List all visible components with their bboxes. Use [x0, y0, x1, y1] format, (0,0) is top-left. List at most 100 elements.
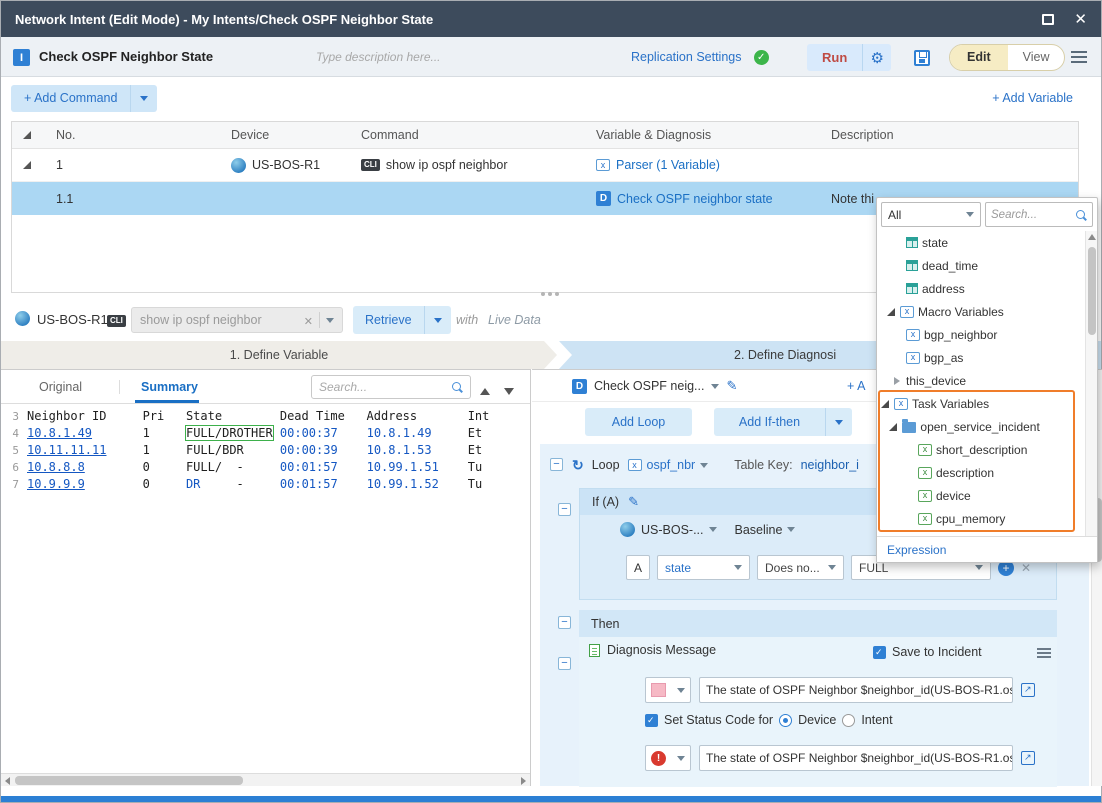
- maximize-restore-icon[interactable]: [1042, 14, 1054, 25]
- expand-message-icon[interactable]: [1021, 751, 1035, 765]
- clear-icon[interactable]: [304, 313, 313, 328]
- expanded-icon[interactable]: [881, 400, 889, 408]
- variable-icon: [900, 306, 914, 318]
- retrieve-dropdown[interactable]: [424, 306, 451, 334]
- menu-button[interactable]: [1071, 51, 1087, 63]
- variable-item[interactable]: state: [877, 231, 1085, 254]
- replication-settings-link[interactable]: Replication Settings: [631, 37, 741, 77]
- save-button[interactable]: [907, 44, 937, 71]
- variable-filter-select[interactable]: All: [881, 202, 981, 227]
- col-variable-diagnosis: Variable & Diagnosis: [582, 128, 817, 142]
- add-variable-link[interactable]: + Add Variable: [992, 85, 1073, 112]
- parser-link[interactable]: Parser (1 Variable): [616, 158, 720, 172]
- tab-summary[interactable]: Summary: [141, 370, 198, 404]
- variable-item[interactable]: bgp_neighbor: [877, 323, 1085, 346]
- previous-match-button[interactable]: [480, 383, 490, 398]
- variable-item[interactable]: description: [877, 461, 1085, 484]
- code-line: 510.11.11.11 1 FULL/BDR 00:00:39 10.8.1.…: [1, 442, 530, 459]
- tab-original[interactable]: Original: [39, 370, 82, 404]
- variable-item[interactable]: open_service_incident: [877, 415, 1085, 438]
- diagnosis-link[interactable]: Check OSPF neighbor state: [617, 192, 773, 206]
- chevron-down-icon: [787, 527, 795, 532]
- scroll-left-icon[interactable]: [1, 774, 14, 787]
- description-input[interactable]: Type description here...: [316, 37, 441, 77]
- scroll-up-icon[interactable]: [1088, 234, 1096, 240]
- popup-scrollbar[interactable]: [1085, 231, 1097, 536]
- variable-search-input[interactable]: Search...: [311, 375, 471, 399]
- add-if-then-button[interactable]: Add If-then: [714, 408, 852, 436]
- variable-item[interactable]: address: [877, 277, 1085, 300]
- collapse-then-button[interactable]: [558, 616, 571, 629]
- expanded-icon[interactable]: [887, 308, 895, 316]
- message-input[interactable]: The state of OSPF Neighbor $neighbor_id(…: [699, 677, 1013, 703]
- edit-icon[interactable]: [628, 494, 639, 510]
- collapse-row-icon[interactable]: [23, 161, 31, 169]
- variable-search-input[interactable]: Search...: [985, 202, 1093, 227]
- add-command-dropdown[interactable]: [130, 85, 157, 112]
- expanded-icon[interactable]: [889, 423, 897, 431]
- add-diagnosis-link[interactable]: + A: [847, 370, 865, 402]
- variable-icon: [918, 444, 932, 456]
- command-input[interactable]: show ip ospf neighbor: [131, 307, 343, 333]
- set-status-code-checkbox[interactable]: [645, 714, 658, 727]
- variable-item[interactable]: this_device: [877, 369, 1085, 392]
- save-to-incident-checkbox[interactable]: [873, 646, 886, 659]
- retrieve-button[interactable]: Retrieve: [353, 306, 424, 334]
- chevron-down-icon[interactable]: [711, 384, 719, 389]
- collapse-diagnosis-button[interactable]: [558, 657, 571, 670]
- variable-item[interactable]: dead_time: [877, 254, 1085, 277]
- scroll-right-icon[interactable]: [517, 774, 530, 787]
- command-row[interactable]: 1 US-BOS-R1 CLIshow ip ospf neighbor Par…: [12, 149, 1078, 182]
- variable-item[interactable]: short_description: [877, 438, 1085, 461]
- collapsed-icon[interactable]: [894, 377, 900, 385]
- cli-output-area[interactable]: 3Neighbor ID Pri State Dead Time Address…: [1, 404, 530, 773]
- collapse-if-button[interactable]: [558, 503, 571, 516]
- edit-tab[interactable]: Edit: [950, 45, 1008, 70]
- message-row: The state of OSPF Neighbor $neighbor_id(…: [645, 677, 1035, 703]
- add-if-then-dropdown[interactable]: [825, 408, 852, 436]
- scrollbar-thumb[interactable]: [15, 776, 243, 785]
- close-icon[interactable]: [1074, 12, 1087, 27]
- device-dropdown[interactable]: US-BOS-...: [641, 523, 717, 537]
- collapse-loop-button[interactable]: [550, 458, 563, 471]
- variable-item[interactable]: Task Variables: [877, 392, 1085, 415]
- run-settings-button[interactable]: [862, 44, 891, 71]
- variable-item[interactable]: device: [877, 484, 1085, 507]
- run-button[interactable]: Run: [807, 44, 862, 71]
- scrollbar-thumb[interactable]: [1088, 247, 1096, 335]
- loop-variable-dropdown[interactable]: ospf_nbr: [628, 458, 709, 472]
- intent-radio[interactable]: [842, 714, 855, 727]
- condition-field-select[interactable]: state: [657, 555, 750, 580]
- if-device-row: US-BOS-... Baseline: [620, 522, 795, 537]
- expand-all-icon[interactable]: [23, 131, 31, 139]
- edit-icon[interactable]: [726, 378, 737, 394]
- condition-operator-select[interactable]: Does no...: [757, 555, 844, 580]
- variable-icon: [918, 467, 932, 479]
- table-column-icon: [906, 237, 918, 248]
- loop-label: Loop: [592, 458, 620, 472]
- message-menu-icon[interactable]: [1037, 647, 1051, 659]
- then-label: Then: [591, 617, 620, 631]
- severity-color-dropdown[interactable]: [645, 677, 691, 703]
- diagnosis-selector[interactable]: Check OSPF neig...: [594, 379, 704, 393]
- step-define-variable[interactable]: 1. Define Variable: [1, 341, 557, 369]
- add-loop-button[interactable]: Add Loop: [585, 408, 692, 436]
- horizontal-scrollbar[interactable]: [1, 773, 530, 786]
- splitter-handle[interactable]: [541, 292, 545, 296]
- view-tab[interactable]: View: [1008, 45, 1065, 70]
- status-icon-dropdown[interactable]: [645, 745, 691, 771]
- status-message-input[interactable]: The state of OSPF Neighbor $neighbor_id(…: [699, 745, 1013, 771]
- variable-item[interactable]: cpu_memory: [877, 507, 1085, 530]
- variable-item[interactable]: bgp_as: [877, 346, 1085, 369]
- chevron-down-icon[interactable]: [326, 318, 334, 323]
- next-match-button[interactable]: [504, 383, 514, 398]
- expand-message-icon[interactable]: [1021, 683, 1035, 697]
- add-command-button[interactable]: + Add Command: [11, 85, 157, 112]
- baseline-dropdown[interactable]: Baseline: [735, 523, 796, 537]
- device-radio[interactable]: [779, 714, 792, 727]
- variable-item-label: state: [922, 236, 948, 250]
- expression-link[interactable]: Expression: [877, 536, 1097, 562]
- table-column-icon: [906, 283, 918, 294]
- variable-item[interactable]: Macro Variables: [877, 300, 1085, 323]
- diagnosis-message-block: Diagnosis Message Save to Incident The s…: [587, 637, 1049, 787]
